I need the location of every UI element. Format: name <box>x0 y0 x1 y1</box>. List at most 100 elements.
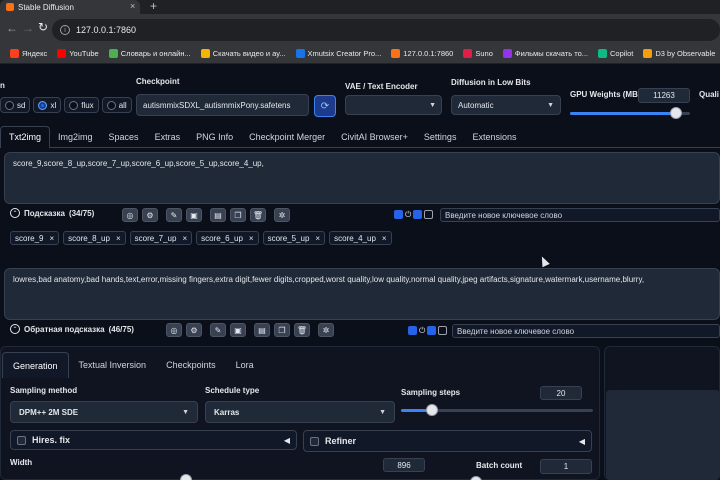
collapse-triangle-icon[interactable]: ◀ <box>284 436 290 445</box>
radio-dot-icon[interactable] <box>69 100 79 110</box>
tab-png-info[interactable]: PNG Info <box>188 126 241 148</box>
negative-keyword-input[interactable]: Введите новое ключевое слово <box>452 324 720 338</box>
bookmark-icon[interactable]: ▣ <box>230 323 246 337</box>
prompt-tag-chip[interactable]: score_5_up × <box>262 231 326 245</box>
model-type-radio-flux[interactable]: flux <box>64 97 99 113</box>
width-slider-handle[interactable] <box>180 474 192 480</box>
copy-icon[interactable]: ❐ <box>274 323 290 337</box>
address-bar[interactable]: i 127.0.0.1:7860 <box>52 19 720 41</box>
prompt-tag-chip[interactable]: score_7_up × <box>129 231 193 245</box>
gear-icon[interactable]: ⚙ <box>186 323 202 337</box>
tab-checkpoint-merger[interactable]: Checkpoint Merger <box>241 126 333 148</box>
model-type-radio-sd[interactable]: sd <box>0 97 31 113</box>
edit-icon[interactable]: ✎ <box>210 323 226 337</box>
trash-icon[interactable]: 🗑 <box>294 323 310 337</box>
bookmark-item[interactable]: 127.0.0.1:7860 <box>391 49 453 58</box>
sampling-steps-input[interactable]: 20 <box>540 386 582 400</box>
bookmark-item[interactable]: Xmutsix Creator Pro... <box>295 49 381 58</box>
toggle-off-icon[interactable] <box>424 210 434 219</box>
negative-helper-header[interactable]: ⌃ Обратная подсказка (46/75) <box>10 324 134 334</box>
schedule-type-dropdown[interactable]: Karras ▼ <box>205 401 395 423</box>
reload-icon[interactable]: ↻ <box>38 20 48 34</box>
tab-extras[interactable]: Extras <box>147 126 189 148</box>
tab-civitai-browser-[interactable]: CivitAI Browser+ <box>333 126 416 148</box>
toggle-on-icon[interactable] <box>408 326 417 335</box>
remove-tag-icon[interactable]: × <box>49 234 54 243</box>
vae-dropdown[interactable]: ▼ <box>345 95 442 115</box>
batch-count-input[interactable]: 1 <box>540 459 592 474</box>
bookmark-item[interactable]: Словарь и онлайн... <box>108 49 191 58</box>
image-icon[interactable]: ▤ <box>210 208 226 222</box>
radio-dot-icon[interactable] <box>5 100 14 110</box>
prompt-tag-chip[interactable]: score_8_up × <box>63 231 126 245</box>
gen-tab-generation[interactable]: Generation <box>2 352 69 378</box>
gpu-weights-input[interactable]: 11263 <box>638 88 690 103</box>
bookmark-item[interactable]: Copilot <box>598 49 633 58</box>
back-arrow-icon[interactable]: ← <box>6 21 18 35</box>
gen-tab-textual-inversion[interactable]: Textual Inversion <box>69 352 157 378</box>
globe-icon[interactable]: ◎ <box>166 323 182 337</box>
bookmark-item[interactable]: YouTube <box>57 49 99 58</box>
trash-icon[interactable]: 🗑 <box>250 208 266 222</box>
new-tab-button[interactable]: + <box>150 0 157 13</box>
bookmark-item[interactable]: Яндекс <box>10 49 47 58</box>
remove-tag-icon[interactable]: × <box>382 234 387 243</box>
radio-dot-icon[interactable] <box>106 100 116 110</box>
checkpoint-dropdown[interactable]: autismmixSDXL_autismmixPony.safetens <box>136 94 309 116</box>
toggle-on-icon[interactable] <box>413 210 423 219</box>
remove-tag-icon[interactable]: × <box>182 234 187 243</box>
remove-tag-icon[interactable]: × <box>249 234 254 243</box>
prompt-helper-header[interactable]: ⌃ Подсказка (34/75) <box>10 208 94 218</box>
toggle-off-icon[interactable] <box>438 326 448 335</box>
model-type-radio-all[interactable]: all <box>101 97 132 113</box>
hires-fix-row[interactable]: Hires. fix ◀ <box>10 430 297 450</box>
prompt-tag-chip[interactable]: score_6_up × <box>196 231 259 245</box>
power-icon[interactable]: ⏻ <box>405 210 411 219</box>
toggle-on-icon[interactable] <box>394 210 403 219</box>
prompt-textarea[interactable]: score_9,score_8_up,score_7_up,score_6_up… <box>4 152 720 204</box>
radio-dot-icon[interactable] <box>38 100 48 110</box>
bookmark-item[interactable]: D3 by Observable <box>643 49 715 58</box>
hires-fix-checkbox[interactable] <box>17 435 26 445</box>
toggle-on-icon[interactable] <box>427 326 437 335</box>
globe-icon[interactable]: ◎ <box>122 208 138 222</box>
refiner-row[interactable]: Refiner ◀ <box>303 430 592 452</box>
tab-spaces[interactable]: Spaces <box>101 126 147 148</box>
collapse-triangle-icon[interactable]: ◀ <box>579 437 585 446</box>
settings-icon[interactable]: ✲ <box>318 323 334 337</box>
gen-tab-lora[interactable]: Lora <box>226 352 264 378</box>
negative-prompt-textarea[interactable]: lowres,bad anatomy,bad hands,text,error,… <box>4 268 720 320</box>
forward-arrow-icon[interactable]: → <box>22 21 34 35</box>
refresh-checkpoint-button[interactable]: ⟳ <box>314 95 336 117</box>
gear-icon[interactable]: ⚙ <box>142 208 158 222</box>
diffusion-dropdown[interactable]: Automatic ▼ <box>451 95 561 115</box>
bookmark-item[interactable]: Фильмы скачать то... <box>502 49 588 58</box>
bookmark-icon[interactable]: ▣ <box>186 208 202 222</box>
gpu-weights-slider-handle[interactable] <box>669 107 682 119</box>
bookmark-item[interactable]: Suno <box>463 49 493 58</box>
refiner-checkbox[interactable] <box>310 436 319 446</box>
tab-close-icon[interactable]: × <box>130 1 135 11</box>
bookmark-item[interactable]: Скачать видео и ау... <box>200 49 286 58</box>
prompt-tag-chip[interactable]: score_4_up × <box>329 231 392 245</box>
width-input[interactable]: 896 <box>383 458 425 472</box>
copy-icon[interactable]: ❐ <box>230 208 246 222</box>
power-icon[interactable]: ⏻ <box>419 326 425 335</box>
prompt-tag-chip[interactable]: score_9 × <box>10 231 60 245</box>
remove-tag-icon[interactable]: × <box>116 234 121 243</box>
prompt-keyword-input[interactable]: Введите новое ключевое слово <box>440 208 720 222</box>
site-info-icon[interactable]: i <box>60 25 70 35</box>
sampling-steps-slider-handle[interactable] <box>425 404 438 416</box>
sampling-method-dropdown[interactable]: DPM++ 2M SDE ▼ <box>10 401 198 423</box>
remove-tag-icon[interactable]: × <box>315 234 320 243</box>
tab-settings[interactable]: Settings <box>416 126 465 148</box>
image-icon[interactable]: ▤ <box>254 323 270 337</box>
edit-icon[interactable]: ✎ <box>166 208 182 222</box>
browser-tab[interactable]: Stable Diffusion <box>0 0 140 14</box>
tab-txt2img[interactable]: Txt2img <box>0 125 51 148</box>
gen-tab-checkpoints[interactable]: Checkpoints <box>156 352 226 378</box>
model-type-radio-xl[interactable]: xl <box>33 97 62 113</box>
settings-icon[interactable]: ✲ <box>274 208 290 222</box>
tab-extensions[interactable]: Extensions <box>464 126 524 148</box>
tab-img2img[interactable]: Img2img <box>50 126 101 148</box>
